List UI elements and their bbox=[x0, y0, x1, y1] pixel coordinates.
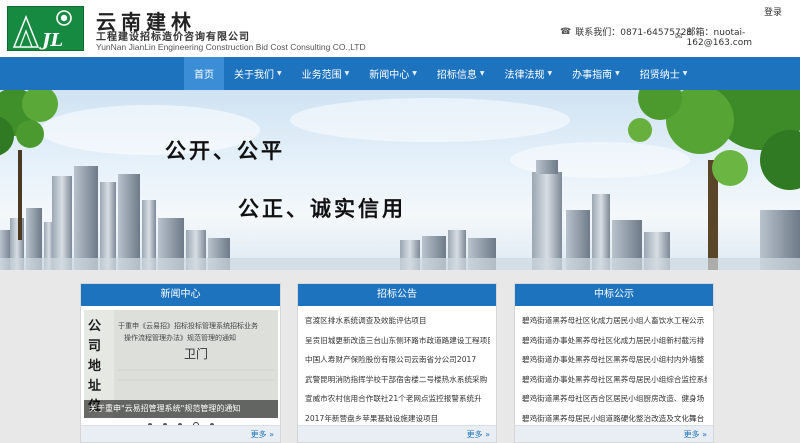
svg-text:于重申《云易招》招标投标管理系统招标业务: 于重申《云易招》招标投标管理系统招标业务 bbox=[118, 321, 258, 330]
svg-text:司: 司 bbox=[88, 339, 101, 354]
svg-text:卫门: 卫门 bbox=[184, 346, 208, 361]
content-area: 新闻中心 公 司 地 址 位 于重申《云易招》招标投标管理系统招标业务 操作流程… bbox=[0, 270, 800, 443]
contact-email: ✉ 邮箱：nuotai-162@163.com bbox=[675, 25, 800, 48]
list-item[interactable]: 碧鸡街道办事处黑荞母社区化成力居民小组新村截污排 bbox=[522, 331, 707, 351]
svg-text:公: 公 bbox=[88, 319, 101, 334]
nav-item-home[interactable]: 首页 bbox=[184, 57, 224, 90]
more-link[interactable]: 更多 » bbox=[684, 429, 707, 440]
chevron-down-icon: ▼ bbox=[412, 70, 417, 77]
list-item[interactable]: 碧鸡街道黑荞母社区西合区居民小组厨房改造、健身场 bbox=[522, 389, 707, 409]
site-header: JL 云南建林 工程建设招标造价咨询有限公司 YunNan JianLin En… bbox=[0, 0, 800, 57]
nav-item-label: 法律法规 bbox=[504, 70, 545, 81]
svg-text:JL: JL bbox=[39, 30, 63, 51]
list-item[interactable]: 官渡区排水系统调查及效能评估项目 bbox=[305, 311, 490, 331]
banner-slogan-1: 公开、公平 bbox=[165, 138, 285, 163]
brand-subtitle: 工程建设招标造价咨询有限公司 bbox=[96, 32, 250, 43]
nav-item-label: 首页 bbox=[194, 70, 214, 81]
panel-title[interactable]: 招标公告 bbox=[298, 284, 496, 306]
login-link[interactable]: 登录 bbox=[764, 5, 782, 18]
chevron-down-icon: ▼ bbox=[479, 70, 485, 77]
nav-item-news[interactable]: 新闻中心 ▼ bbox=[359, 57, 427, 90]
panel-title[interactable]: 中标公示 bbox=[515, 284, 713, 306]
phone-icon: ☎ bbox=[560, 26, 572, 37]
company-logo[interactable]: JL bbox=[7, 6, 84, 51]
chevron-down-icon: ▼ bbox=[682, 70, 688, 77]
nav-item-guide[interactable]: 办事指南 ▼ bbox=[562, 57, 630, 90]
svg-text:址: 址 bbox=[88, 378, 101, 394]
nav-item-label: 招贤纳士 bbox=[639, 70, 680, 81]
contact-email-text: 邮箱：nuotai-162@163.com bbox=[686, 28, 752, 48]
panel-footer: 更多 » bbox=[81, 425, 280, 442]
panel-footer: 更多 » bbox=[515, 425, 713, 442]
nav-item-label: 关于我们 bbox=[234, 70, 274, 81]
brand-english-name: YunNan JianLin Engineering Construction … bbox=[96, 42, 366, 52]
nav-item-label: 业务范围 bbox=[301, 70, 342, 81]
nav-item-business[interactable]: 业务范围 ▼ bbox=[292, 57, 360, 90]
chevron-down-icon: ▼ bbox=[344, 70, 350, 77]
nav-item-careers[interactable]: 招贤纳士 ▼ bbox=[630, 57, 698, 90]
chevron-down-icon: ▼ bbox=[547, 70, 553, 77]
hero-banner[interactable]: 公开、公平 公正、诚实信用 bbox=[0, 90, 800, 270]
bid-result-list: 碧鸡街道黑荞母社区化成力居民小组人畜饮水工程公示 碧鸡街道办事处黑荞母社区化成力… bbox=[522, 311, 707, 428]
more-link[interactable]: 更多 » bbox=[467, 429, 490, 440]
nav-item-label: 新闻中心 bbox=[369, 70, 410, 81]
list-item[interactable]: 宣威市农村信用合作联社21个老网点监控报警系统升 bbox=[305, 389, 490, 409]
nav-item-tender[interactable]: 招标信息 ▼ bbox=[427, 57, 495, 90]
list-item[interactable]: 中国人寿财产保险股份有限公司云南省分公司2017 bbox=[305, 350, 490, 370]
panel-title[interactable]: 新闻中心 bbox=[81, 284, 280, 306]
logo-graphic: JL bbox=[12, 10, 72, 51]
nav-item-law[interactable]: 法律法规 ▼ bbox=[495, 57, 563, 90]
svg-text:操作流程管理办法》规范管理的通知: 操作流程管理办法》规范管理的通知 bbox=[124, 333, 236, 342]
list-item[interactable]: 碧鸡街道办事处黑荞母社区黑荞母居民小组村内外墙整 bbox=[522, 350, 707, 370]
list-item[interactable]: 碧鸡街道办事处黑荞母社区黑荞母居民小组综合监控系统安装工程 bbox=[522, 370, 707, 390]
contact-phone: ☎ 联系我们：0871-64575728 bbox=[560, 25, 692, 39]
banner-slogan-2: 公正、诚实信用 bbox=[238, 196, 406, 221]
list-item[interactable]: 呈贡旧城更新改造三台山东侧环路市政道路建设工程项目 bbox=[305, 331, 490, 351]
news-slide-caption[interactable]: 关于重申"云易招管理系统"规范管理的通知 bbox=[84, 400, 278, 418]
banner-cityscape bbox=[0, 90, 800, 270]
nav-item-label: 招标信息 bbox=[436, 70, 477, 81]
nav-item-label: 办事指南 bbox=[572, 70, 613, 81]
chevron-down-icon: ▼ bbox=[615, 70, 620, 77]
news-panel: 新闻中心 公 司 地 址 位 于重申《云易招》招标投标管理系统招标业务 操作流程… bbox=[80, 283, 281, 443]
svg-text:地: 地 bbox=[88, 358, 101, 374]
panel-footer: 更多 » bbox=[298, 425, 496, 442]
main-nav: 首页 关于我们 ▼ 业务范围 ▼ 新闻中心 ▼ 招标信息 ▼ 法律法规 ▼ 办事指南 ▼ 招… bbox=[0, 57, 800, 90]
left-buildings bbox=[0, 166, 230, 270]
more-link[interactable]: 更多 » bbox=[251, 429, 274, 440]
list-item[interactable]: 碧鸡街道黑荞母社区化成力居民小组人畜饮水工程公示 bbox=[522, 311, 707, 331]
tender-panel: 招标公告 官渡区排水系统调查及效能评估项目 呈贡旧城更新改造三台山东侧环路市政道… bbox=[297, 283, 497, 443]
tender-list: 官渡区排水系统调查及效能评估项目 呈贡旧城更新改造三台山东侧环路市政道路建设工程… bbox=[305, 311, 490, 428]
chevron-down-icon: ▼ bbox=[277, 70, 282, 77]
nav-item-about[interactable]: 关于我们 ▼ bbox=[224, 57, 292, 90]
list-item[interactable]: 武警昆明消防指挥学校干部宿舍楼二号楼热水系统采购 bbox=[305, 370, 490, 390]
news-slide-image[interactable]: 公 司 地 址 位 于重申《云易招》招标投标管理系统招标业务 操作流程管理办法》… bbox=[84, 310, 278, 418]
envelope-icon: ✉ bbox=[675, 31, 683, 42]
bid-result-panel: 中标公示 碧鸡街道黑荞母社区化成力居民小组人畜饮水工程公示 碧鸡街道办事处黑荞母… bbox=[514, 283, 714, 443]
